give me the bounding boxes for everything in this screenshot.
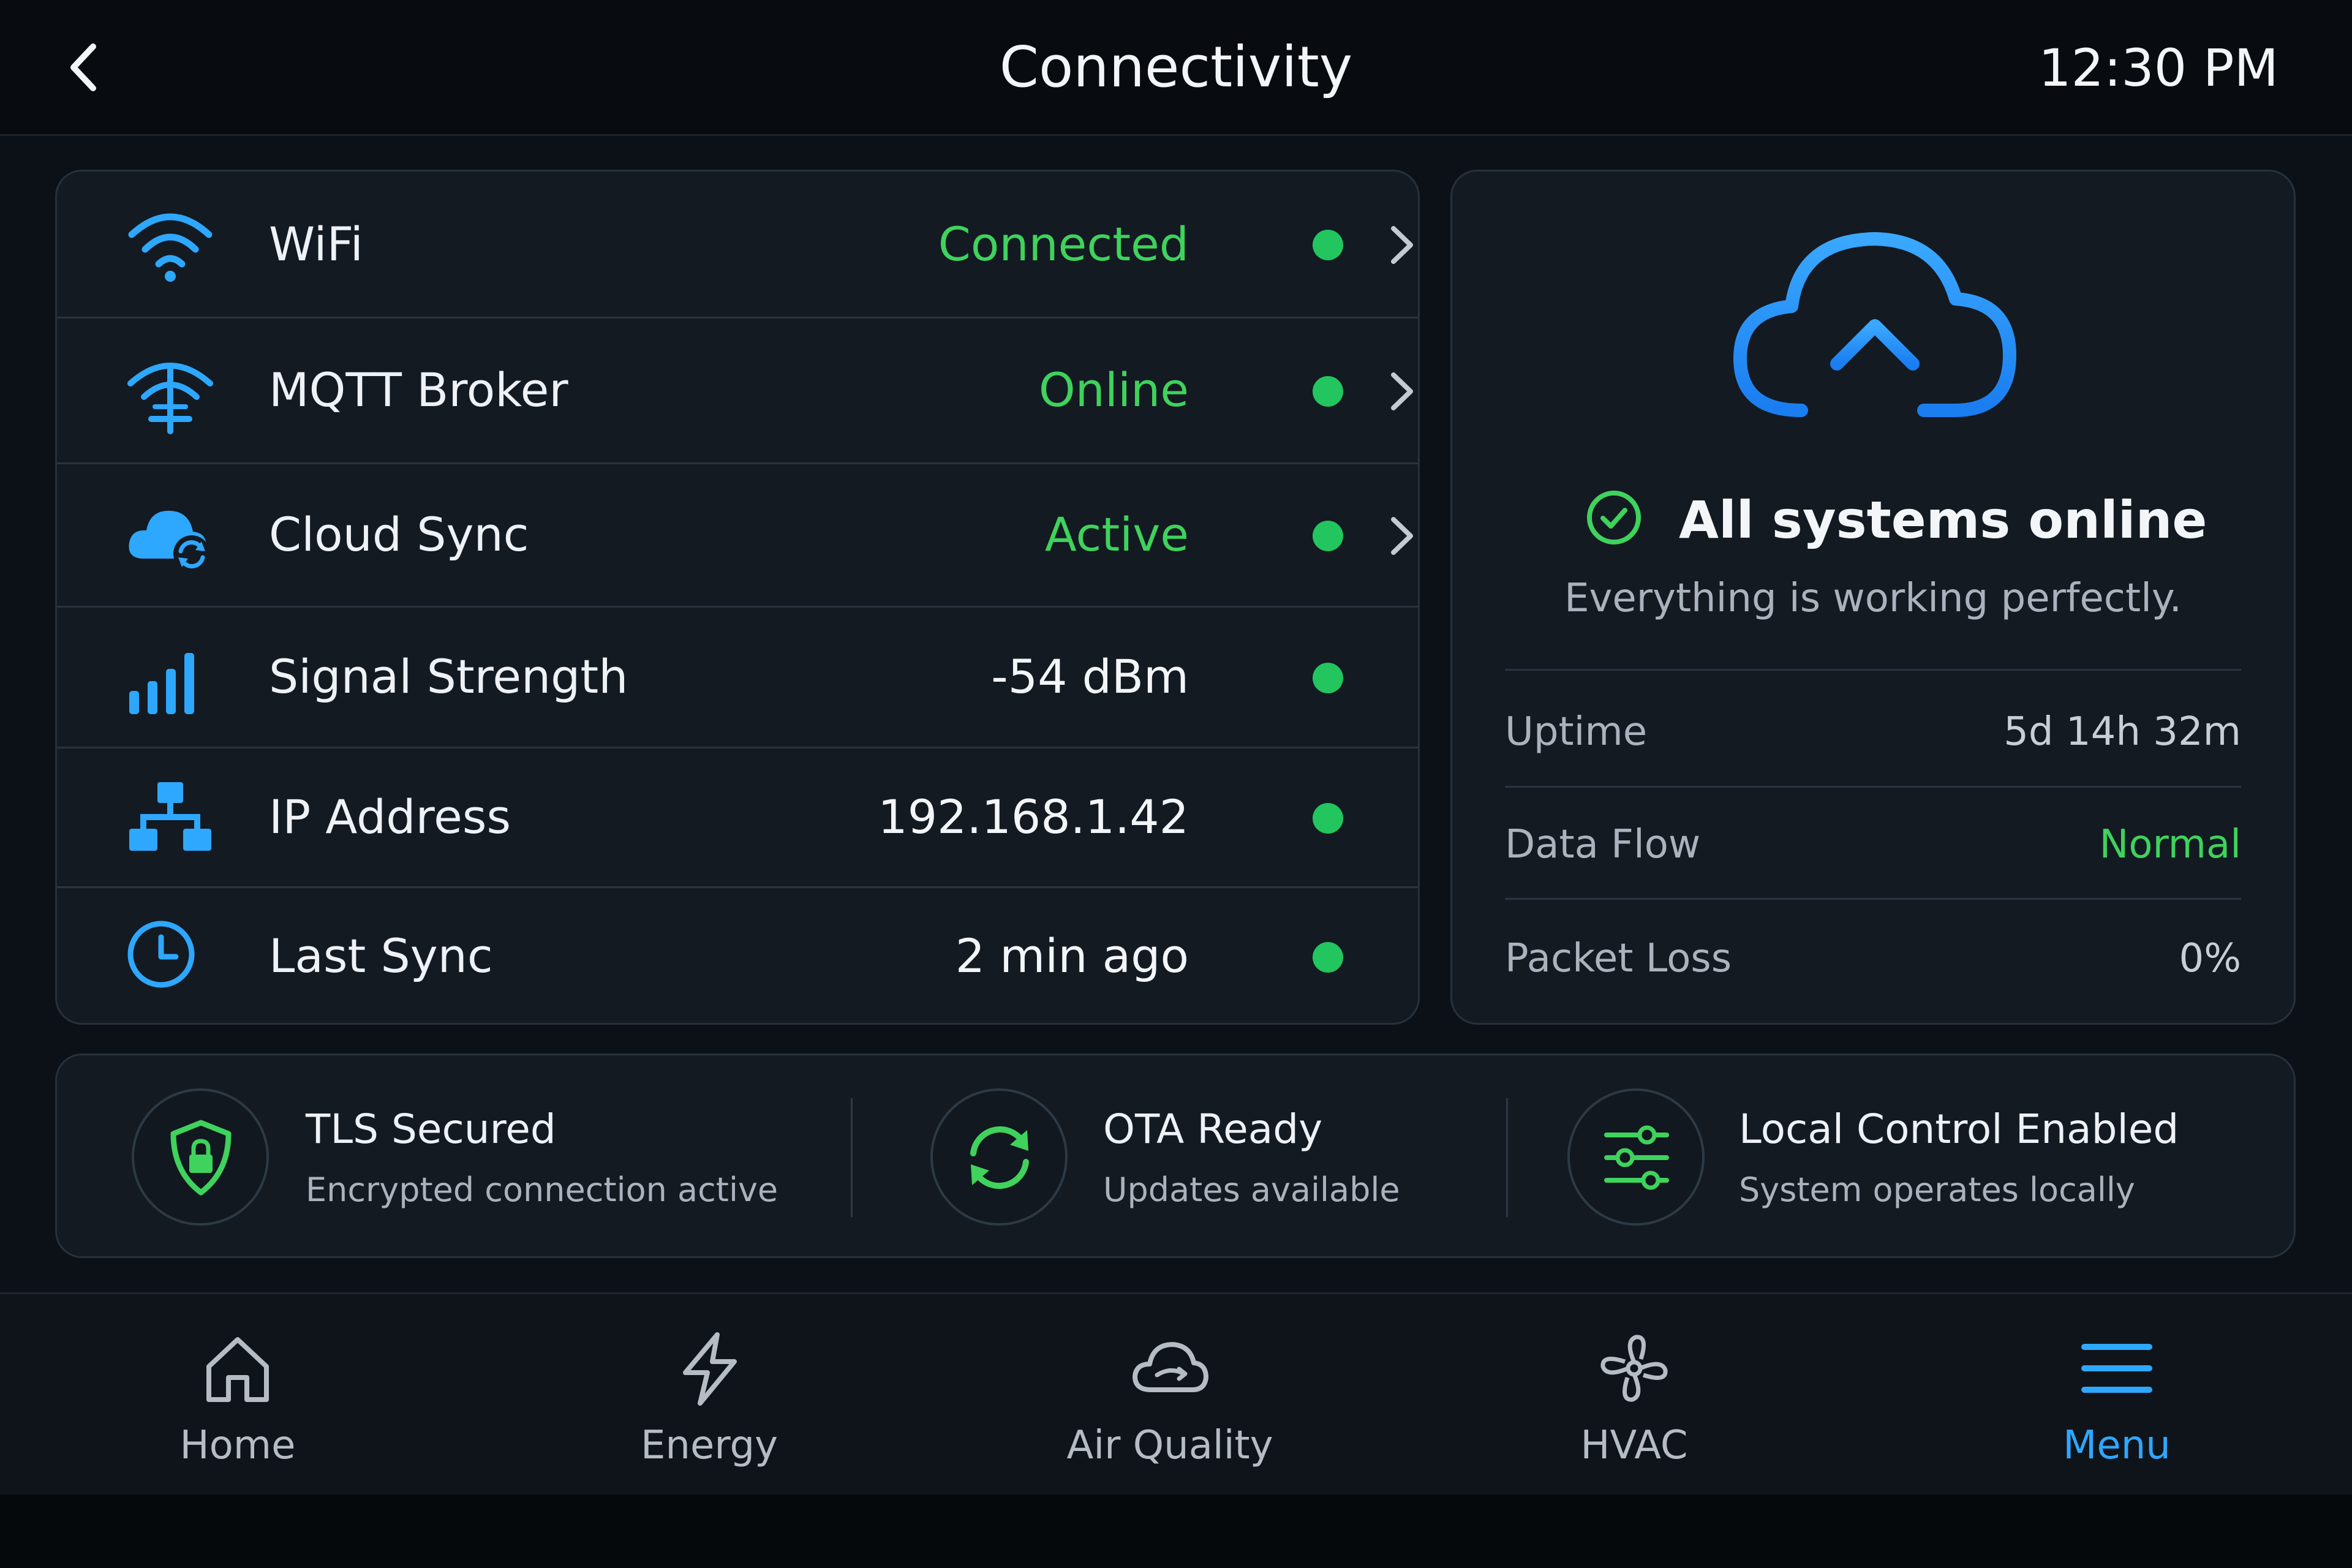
chevron-right-icon[interactable] [1380,508,1420,564]
divider [1505,786,2241,788]
bottom-navigation: Home Energy Air Quality HVAC Menu [0,1292,2352,1494]
status-dot [1313,376,1343,407]
sliders-icon [1604,1125,1669,1190]
feature-icon-ring [132,1088,269,1226]
check-circle-icon [1587,491,1641,545]
status-dot [1313,663,1343,693]
nav-label-air-quality: Air Quality [1066,1423,1273,1468]
top-bar: Connectivity 12:30 PM [0,0,2352,136]
status-dot [1313,230,1343,260]
status-label: Last Sync [269,929,493,983]
status-value: 192.168.1.42 [878,790,1189,844]
divider [1505,669,2241,671]
feature-desc-ota: Updates available [1103,1170,1400,1209]
stat-value-packet-loss: 0% [2179,936,2241,981]
status-dot [1313,521,1343,551]
clock: 12:30 PM [2038,38,2278,98]
stat-label-packet-loss: Packet Loss [1505,936,1732,981]
home-icon [206,1337,269,1402]
signal-bars-icon [129,653,194,714]
status-row-mqtt-broker[interactable]: MQTT Broker Online [57,318,1418,464]
cloud-upload-icon [1733,232,2016,429]
fan-icon [1600,1335,1668,1402]
network-icon [129,782,211,851]
chevron-right-icon[interactable] [1380,364,1420,419]
nav-menu[interactable]: Menu [1994,1294,2239,1496]
stat-label-uptime: Uptime [1505,709,1648,755]
status-value: Online [1038,363,1189,417]
cloud-icon [1133,1342,1208,1392]
status-label: WiFi [269,217,363,271]
bottom-bezel [0,1494,2352,1568]
status-value: 2 min ago [955,929,1189,983]
nav-label-menu: Menu [2063,1423,2171,1468]
stat-label-data-flow: Data Flow [1505,822,1701,867]
nav-hvac[interactable]: HVAC [1512,1294,1757,1496]
feature-title-local-control: Local Control Enabled [1739,1106,2179,1153]
nav-label-hvac: HVAC [1580,1423,1688,1468]
status-label: IP Address [269,790,511,844]
wifi-icon [128,213,213,282]
status-value: Connected [938,217,1189,271]
connectivity-screen: Connectivity 12:30 PM WiFi Connected MQT… [0,0,2352,1568]
nav-air-quality[interactable]: Air Quality [1047,1294,1292,1496]
feature-desc-tls: Encrypted connection active [306,1170,778,1209]
status-value: -54 dBm [991,649,1189,704]
feature-icon-ring [930,1088,1068,1226]
nav-label-home: Home [179,1423,296,1468]
broadcast-tower-icon [127,363,213,434]
feature-title-ota: OTA Ready [1103,1106,1323,1153]
system-summary-card: All systems online Everything is working… [1450,170,2296,1025]
nav-label-energy: Energy [640,1423,778,1468]
divider [851,1098,853,1217]
chevron-right-icon[interactable] [1380,217,1420,273]
feature-desc-local-control: System operates locally [1739,1170,2135,1209]
stat-value-uptime: 5d 14h 32m [2003,709,2241,755]
page-title: Connectivity [999,34,1353,100]
system-status-title: All systems online [1679,490,2207,550]
status-row-last-sync: Last Sync 2 min ago [57,888,1418,1023]
nav-home[interactable]: Home [115,1294,360,1496]
status-row-wifi[interactable]: WiFi Connected [57,172,1418,318]
bolt-icon [683,1332,737,1406]
divider [1505,898,2241,900]
menu-icon [2081,1344,2152,1393]
status-value: Active [1044,507,1189,562]
status-row-ip-address: IP Address 192.168.1.42 [57,748,1418,888]
status-label: Signal Strength [269,649,628,704]
divider [1506,1098,1508,1217]
cloud-sync-icon [129,510,210,572]
connection-status-list: WiFi Connected MQTT Broker Online Cloud … [55,170,1420,1025]
feature-title-tls: TLS Secured [306,1106,556,1153]
status-row-cloud-sync[interactable]: Cloud Sync Active [57,464,1418,608]
status-row-signal-strength: Signal Strength -54 dBm [57,608,1418,748]
shield-lock-icon [170,1120,232,1196]
clock-icon [127,921,195,988]
status-dot [1313,942,1343,973]
status-label: Cloud Sync [269,507,529,562]
status-dot [1313,803,1343,834]
feature-icon-ring [1567,1088,1705,1226]
stat-value-data-flow: Normal [2099,822,2241,867]
feature-status-strip: TLS Secured Encrypted connection active … [55,1054,2296,1258]
nav-energy[interactable]: Energy [587,1294,832,1496]
refresh-icon [970,1126,1029,1189]
system-status-subtitle: Everything is working perfectly. [1564,576,2182,621]
status-label: MQTT Broker [269,363,568,417]
